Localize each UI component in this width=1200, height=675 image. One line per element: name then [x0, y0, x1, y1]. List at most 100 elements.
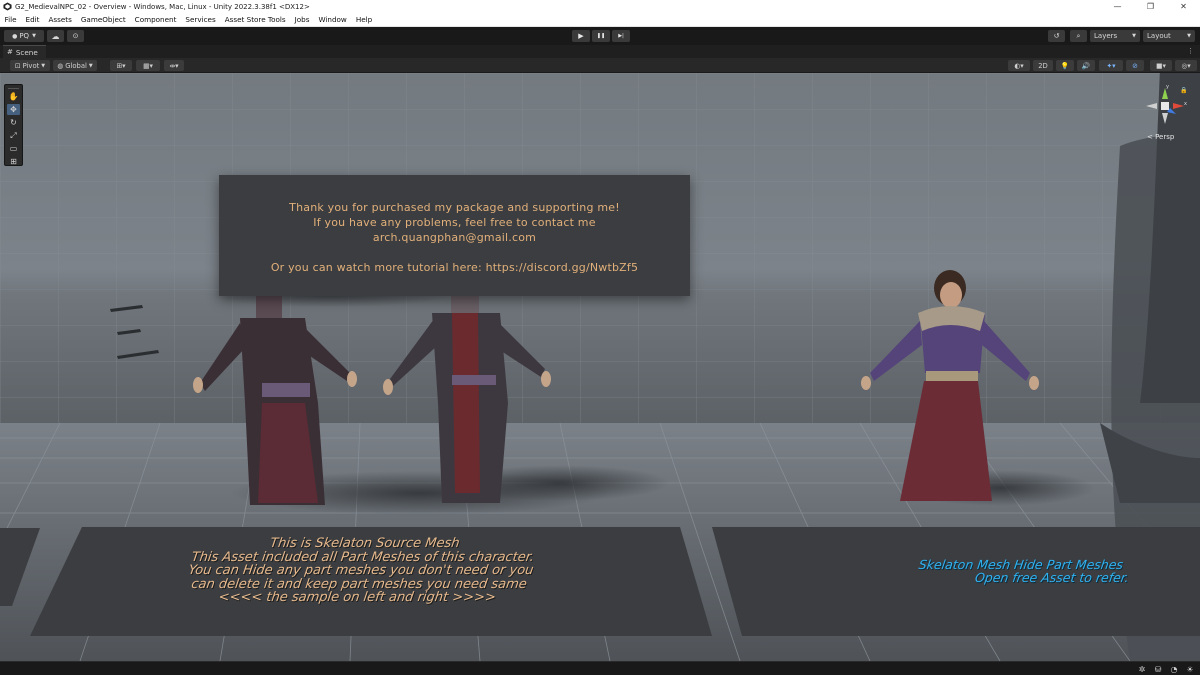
- maximize-button[interactable]: ❐: [1134, 0, 1167, 13]
- shading-mode-dropdown[interactable]: ◐▾: [1008, 60, 1030, 71]
- layers-label: Layers: [1094, 32, 1118, 40]
- globe-icon: ◍: [57, 61, 64, 70]
- floor-sign-right: Skelaton Mesh Hide Part Meshes Open free…: [916, 557, 1200, 585]
- toggle-2d-button[interactable]: 2D: [1033, 60, 1053, 71]
- window-title: G2_MedievalNPC_02 - Overview - Windows, …: [15, 2, 310, 11]
- transform-icon: ⊞: [10, 157, 17, 166]
- menu-jobs[interactable]: Jobs: [290, 15, 314, 24]
- undo-history-button[interactable]: ↺: [1048, 30, 1065, 42]
- global-dropdown[interactable]: ◍ Global ▼: [53, 60, 97, 71]
- unity-editor-window: G2_MedievalNPC_02 - Overview - Windows, …: [0, 0, 1200, 675]
- tool-palette: ✋ ✥ ↻ ⤢ ▭ ⊞: [4, 84, 23, 166]
- floor-left-line-5: <<<< the sample on left and right >>>>: [217, 590, 497, 605]
- unity-logo-icon: [3, 2, 12, 11]
- lightbulb-icon: 💡: [1060, 61, 1070, 70]
- menu-asset-store-tools[interactable]: Asset Store Tools: [220, 15, 290, 24]
- projection-label[interactable]: < Persp: [1147, 133, 1174, 141]
- audio-toggle[interactable]: 🔊: [1077, 60, 1095, 71]
- scene-toolbar: ⊡ Pivot ▼ ◍ Global ▼ ⊞▾ ▦▾ ⇹▾ ◐▾ 2D 💡 🔊 …: [0, 58, 1200, 73]
- grid-visibility-dropdown[interactable]: ▦▾: [136, 60, 160, 71]
- grid-icon: #: [7, 48, 13, 56]
- billboard-email: arch.quangphan@gmail.com: [372, 231, 537, 244]
- close-button[interactable]: ✕: [1167, 0, 1200, 13]
- tab-scene[interactable]: # Scene: [3, 45, 46, 58]
- gizmo-y-label: y: [1166, 84, 1169, 90]
- cloud-button[interactable]: ☁: [47, 30, 64, 42]
- camera-dropdown[interactable]: ■▾: [1150, 60, 1172, 71]
- menu-component[interactable]: Component: [130, 15, 181, 24]
- menu-gameobject[interactable]: GameObject: [76, 15, 130, 24]
- scale-icon: ⤢: [10, 130, 17, 140]
- history-icon: ↺: [1053, 32, 1060, 40]
- gizmo-x-label: x: [1184, 101, 1187, 107]
- minimize-button[interactable]: —: [1101, 0, 1134, 13]
- layout-dropdown[interactable]: Layout ▼: [1143, 30, 1195, 42]
- account-dropdown[interactable]: ● PQ ▼: [4, 30, 44, 42]
- floor-right-line-2: Open free Asset to refer.: [974, 570, 1130, 585]
- window-controls: — ❐ ✕: [1101, 0, 1200, 13]
- hand-icon: ✋: [8, 92, 19, 101]
- tab-scene-label: Scene: [15, 47, 38, 57]
- floor-left-line-1: This is Skelaton Source Mesh: [269, 536, 461, 551]
- move-tool-button[interactable]: ✥: [7, 104, 20, 115]
- account-label: PQ: [19, 32, 30, 40]
- account-icon: ●: [12, 32, 18, 40]
- search-button[interactable]: ⌕: [1070, 30, 1087, 42]
- kebab-menu-icon[interactable]: ⋮: [1187, 47, 1194, 55]
- collab-button[interactable]: ⊙: [67, 30, 84, 42]
- move-icon: ✥: [10, 105, 17, 114]
- menu-edit[interactable]: Edit: [21, 15, 44, 24]
- progress-icon[interactable]: ◔: [1169, 664, 1179, 674]
- floor-sign-left: This is Skelaton Source Mesh This Asset …: [111, 536, 610, 605]
- play-button[interactable]: ▶: [572, 30, 590, 42]
- title-bar: G2_MedievalNPC_02 - Overview - Windows, …: [0, 0, 1200, 13]
- menu-file[interactable]: File: [0, 15, 21, 24]
- lighting-toggle[interactable]: 💡: [1056, 60, 1074, 71]
- layout-label: Layout: [1147, 32, 1171, 40]
- palette-grip[interactable]: [8, 85, 19, 89]
- chevron-down-icon: ▼: [1187, 33, 1191, 39]
- gizmos-dropdown[interactable]: ◎▾: [1175, 60, 1197, 71]
- effects-dropdown[interactable]: ✦▾: [1099, 60, 1123, 71]
- floor-left-line-4: can delete it and keep part meshes you n…: [190, 576, 528, 592]
- lock-icon[interactable]: 🔒: [1180, 86, 1187, 94]
- gizmos-icon: ◎▾: [1181, 61, 1191, 70]
- chevron-down-icon: ▼: [1132, 33, 1136, 39]
- bug-icon[interactable]: ✲: [1137, 664, 1147, 674]
- increment-snap-dropdown[interactable]: ⇹▾: [164, 60, 184, 71]
- billboard-line-4: Or you can watch more tutorial here: htt…: [270, 261, 639, 274]
- menu-assets[interactable]: Assets: [44, 15, 76, 24]
- layers-dropdown[interactable]: Layers ▼: [1090, 30, 1140, 42]
- scene-viewport[interactable]: ✋ ✥ ↻ ⤢ ▭ ⊞ y x 🔒 < Persp Thank you for …: [0, 73, 1200, 661]
- rotate-icon: ↻: [10, 118, 17, 127]
- step-button[interactable]: ▶|: [612, 30, 630, 42]
- cache-server-icon[interactable]: ⛁: [1153, 664, 1163, 674]
- rect-tool-button[interactable]: ▭: [7, 143, 20, 154]
- menu-help[interactable]: Help: [351, 15, 376, 24]
- scene-visibility-toggle[interactable]: ⊘: [1126, 60, 1144, 71]
- floor-left-line-2: This Asset included all Part Meshes of t…: [190, 549, 536, 565]
- pivot-dropdown[interactable]: ⊡ Pivot ▼: [10, 60, 50, 71]
- tab-bar: # Scene ⋮: [0, 45, 1200, 58]
- floor-left-line-3: You can Hide any part meshes you don't n…: [187, 563, 535, 578]
- scale-tool-button[interactable]: ⤢: [7, 130, 20, 141]
- billboard-line-2: If you have any problems, feel free to c…: [313, 216, 596, 229]
- chevron-down-icon: ▼: [41, 62, 46, 69]
- menu-window[interactable]: Window: [314, 15, 351, 24]
- camera-icon: ■▾: [1156, 61, 1166, 70]
- eye-slash-icon: ⊘: [1132, 61, 1138, 70]
- main-toolbar: ● PQ ▼ ☁ ⊙ ▶ ❚❚ ▶| ↺ ⌕ Layers ▼ Layout ▼: [0, 27, 1200, 45]
- transform-tool-button[interactable]: ⊞: [7, 156, 20, 167]
- pause-button[interactable]: ❚❚: [592, 30, 610, 42]
- pivot-icon: ⊡: [14, 61, 21, 70]
- hand-tool-button[interactable]: ✋: [7, 91, 20, 102]
- menu-services[interactable]: Services: [181, 15, 220, 24]
- grid-snap-icon: ⊞▾: [116, 61, 126, 70]
- grid-snap-dropdown[interactable]: ⊞▾: [110, 60, 132, 71]
- increment-snap-icon: ⇹▾: [169, 61, 179, 70]
- grid-visibility-icon: ▦▾: [143, 61, 153, 70]
- rotate-tool-button[interactable]: ↻: [7, 117, 20, 128]
- status-bar: ✲ ⛁ ◔ ☀: [0, 661, 1200, 675]
- search-icon: ⌕: [1076, 31, 1081, 40]
- lighting-status-icon[interactable]: ☀: [1185, 664, 1195, 674]
